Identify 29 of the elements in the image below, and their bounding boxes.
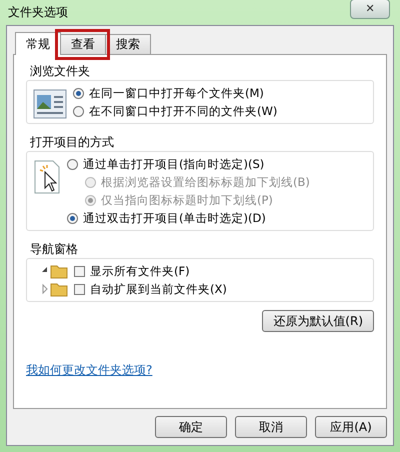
tab[interactable]: 查看 — [60, 34, 106, 54]
radio-button[interactable] — [73, 106, 84, 116]
option-label: 自动扩展到当前文件夹(X) — [90, 282, 227, 296]
option-label: 在不同窗口中打开不同的文件夹(W) — [89, 104, 278, 118]
dialog-button[interactable]: 确定 — [155, 416, 227, 438]
window-title: 文件夹选项 — [7, 4, 68, 21]
group-title: 打开项目的方式 — [30, 134, 115, 151]
radio-button[interactable] — [73, 88, 84, 98]
dialog-button[interactable]: 取消 — [235, 416, 307, 438]
help-link[interactable]: 我如何更改文件夹选项? — [26, 362, 152, 379]
dialog-button[interactable]: 应用(A) — [315, 416, 387, 438]
group-title: 导航窗格 — [30, 241, 79, 258]
radio-button[interactable] — [67, 158, 78, 170]
option-label: 显示所有文件夹(F) — [90, 264, 190, 278]
option-label: 通过双击打开项目(单击时选定)(D) — [83, 210, 266, 226]
checkbox[interactable] — [74, 266, 85, 276]
tab[interactable]: 常规 — [15, 32, 61, 55]
option-label: 通过单击打开项目(指向时选定)(S) — [83, 156, 264, 172]
close-button[interactable]: ✕ — [350, 0, 390, 18]
group-title: 浏览文件夹 — [30, 63, 91, 80]
checkbox[interactable] — [74, 284, 85, 294]
window-layout-icon — [33, 89, 67, 119]
restore-defaults-button[interactable]: 还原为默认值(R) — [262, 310, 374, 332]
radio-button[interactable] — [67, 212, 78, 224]
option-label: 仅当指向图标标题时加下划线(P) — [101, 192, 273, 208]
option-label: 在同一窗口中打开每个文件夹(M) — [89, 86, 264, 100]
option-label: 根据浏览器设置给图标标题加下划线(B) — [101, 174, 310, 190]
document-pointer-icon — [33, 160, 61, 194]
tab[interactable]: 搜索 — [105, 34, 151, 54]
